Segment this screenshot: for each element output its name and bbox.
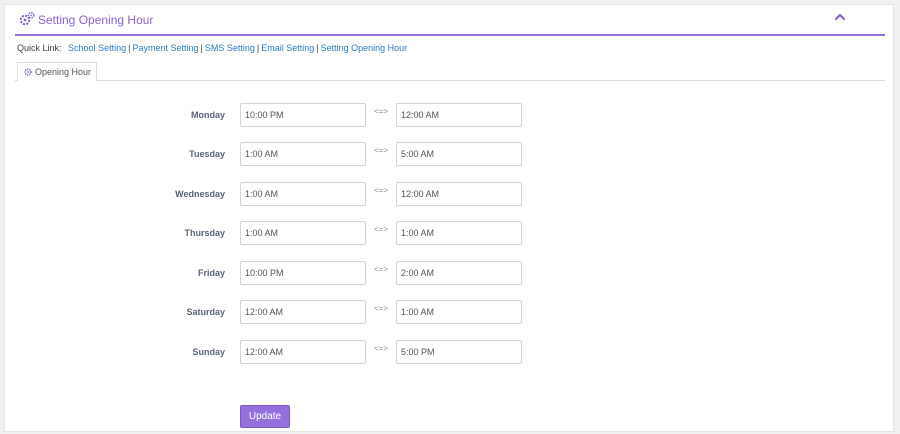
chevron-up-icon[interactable]	[833, 11, 847, 23]
sunday-to-input[interactable]	[396, 340, 522, 364]
link-separator: |	[256, 43, 260, 53]
thursday-from-input[interactable]	[240, 221, 366, 245]
tuesday-from-input[interactable]	[240, 142, 366, 166]
range-arrow: <=>	[373, 265, 388, 274]
gear-icon	[24, 68, 32, 76]
friday-to-input[interactable]	[396, 261, 522, 285]
day-row-wednesday: Wednesday <=>	[5, 182, 895, 206]
day-row-sunday: Sunday <=>	[5, 340, 895, 364]
link-separator: |	[128, 43, 131, 53]
page-title: Setting Opening Hour	[38, 13, 154, 27]
friday-from-input[interactable]	[240, 261, 366, 285]
wednesday-to-input[interactable]	[396, 182, 522, 206]
tab-opening-hour[interactable]: Opening Hour	[17, 62, 97, 81]
day-label: Wednesday	[175, 189, 225, 199]
link-school-setting[interactable]: School Setting	[68, 43, 126, 53]
link-separator: |	[200, 43, 203, 53]
day-row-monday: Monday <=>	[5, 103, 895, 127]
link-setting-opening-hour[interactable]: Setting Opening Hour	[321, 43, 408, 53]
tab-label: Opening Hour	[35, 67, 92, 77]
link-payment-setting[interactable]: Payment Setting	[132, 43, 198, 53]
thursday-to-input[interactable]	[396, 221, 522, 245]
monday-from-input[interactable]	[240, 103, 366, 127]
range-arrow: <=>	[373, 225, 388, 234]
range-arrow: <=>	[373, 107, 388, 116]
range-arrow: <=>	[373, 304, 388, 313]
quick-link-label: Quick Link:	[17, 43, 62, 53]
tab-bar: Opening Hour	[15, 62, 885, 81]
day-row-saturday: Saturday <=>	[5, 300, 895, 324]
saturday-to-input[interactable]	[396, 300, 522, 324]
gears-icon	[19, 11, 35, 26]
link-sms-setting[interactable]: SMS Setting	[205, 43, 255, 53]
update-button[interactable]: Update	[240, 405, 290, 428]
monday-to-input[interactable]	[396, 103, 522, 127]
range-arrow: <=>	[373, 186, 388, 195]
settings-panel: Setting Opening Hour Quick Link: School …	[4, 4, 894, 432]
saturday-from-input[interactable]	[240, 300, 366, 324]
day-label: Sunday	[192, 347, 225, 357]
day-row-tuesday: Tuesday <=>	[5, 142, 895, 166]
sunday-from-input[interactable]	[240, 340, 366, 364]
wednesday-from-input[interactable]	[240, 182, 366, 206]
panel-header: Setting Opening Hour	[15, 5, 885, 36]
link-email-setting[interactable]: Email Setting	[261, 43, 314, 53]
range-arrow: <=>	[373, 344, 388, 353]
link-separator: |	[316, 43, 319, 53]
day-label: Tuesday	[189, 149, 225, 159]
day-row-thursday: Thursday <=>	[5, 221, 895, 245]
quick-links: Quick Link: School Setting | Payment Setti…	[17, 43, 407, 53]
day-label: Thursday	[184, 228, 225, 238]
day-row-friday: Friday <=>	[5, 261, 895, 285]
range-arrow: <=>	[373, 146, 388, 155]
day-label: Monday	[190, 110, 225, 120]
day-label: Friday	[197, 268, 225, 278]
day-label: Saturday	[186, 307, 225, 317]
tuesday-to-input[interactable]	[396, 142, 522, 166]
